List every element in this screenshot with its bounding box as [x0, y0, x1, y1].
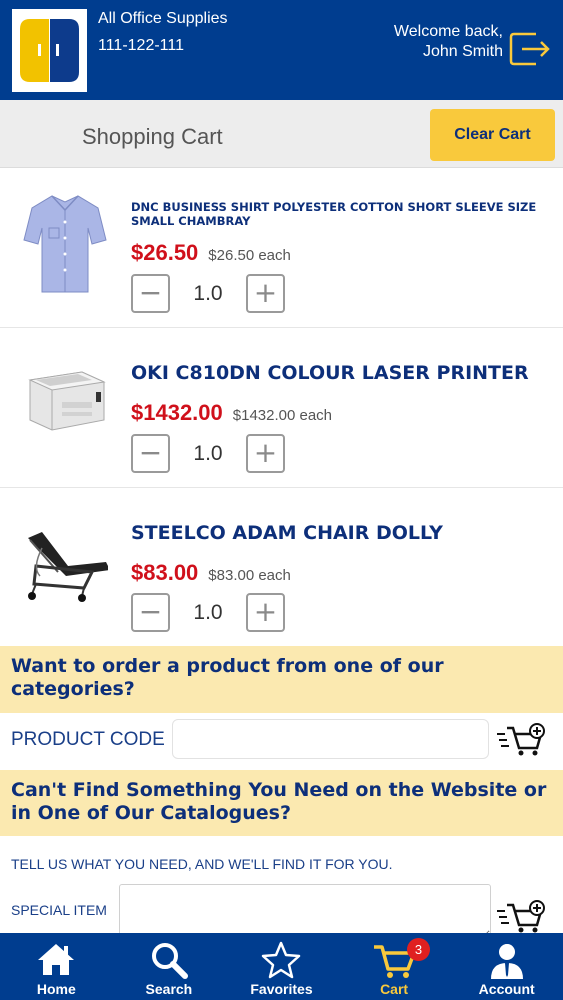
price-row: $1432.00 $1432.00 each	[131, 400, 332, 426]
category-order-heading: Want to order a product from one of our …	[0, 646, 563, 713]
quantity-value: 1.0	[193, 441, 223, 465]
decrease-quantity-button[interactable]: −	[131, 434, 170, 473]
store-name: All Office Supplies	[98, 10, 228, 27]
product-code-label: PRODUCT CODE	[11, 729, 165, 750]
unit-price: $1432.00 each	[232, 407, 333, 424]
price-row: $26.50 $26.50 each	[131, 240, 291, 266]
increase-quantity-button[interactable]: +	[246, 434, 285, 473]
printer-image[interactable]	[22, 350, 108, 460]
quantity-value: 1.0	[193, 600, 223, 624]
nav-account[interactable]: Account	[450, 933, 563, 1000]
add-to-cart-icon[interactable]	[495, 722, 547, 758]
page-title: Shopping Cart	[82, 124, 223, 149]
item-price: $83.00	[131, 560, 199, 585]
cart-item: DNC BUSINESS SHIRT POLYESTER COTTON SHOR…	[0, 168, 563, 328]
add-special-item-icon[interactable]	[495, 899, 547, 935]
quantity-stepper: − 1.0 +	[131, 593, 285, 632]
quantity-value: 1.0	[193, 281, 223, 305]
nav-search[interactable]: Search	[113, 933, 226, 1000]
store-phone[interactable]: 111-122-111	[98, 37, 184, 55]
quantity-stepper: − 1.0 +	[131, 274, 285, 313]
nav-favorites-label: Favorites	[250, 981, 313, 997]
item-name[interactable]: DNC BUSINESS SHIRT POLYESTER COTTON SHOR…	[131, 200, 551, 228]
item-name[interactable]: OKI C810DN COLOUR LASER PRINTER	[131, 362, 529, 384]
unit-price: $26.50 each	[208, 247, 291, 264]
logo-icon	[20, 19, 79, 82]
decrease-quantity-button[interactable]: −	[131, 274, 170, 313]
nav-search-label: Search	[145, 981, 193, 997]
item-price: $26.50	[131, 240, 199, 265]
welcome-message: Welcome back, John Smith	[393, 23, 503, 60]
product-code-input[interactable]	[172, 719, 489, 759]
increase-quantity-button[interactable]: +	[246, 274, 285, 313]
nav-favorites[interactable]: Favorites	[225, 933, 338, 1000]
search-icon	[151, 943, 188, 979]
nav-home[interactable]: Home	[0, 933, 113, 1000]
special-request-heading: Can't Find Something You Need on the Web…	[0, 770, 563, 836]
nav-account-label: Account	[478, 981, 535, 997]
special-request-instructions: TELL US WHAT YOU NEED, AND WE'LL FIND IT…	[11, 856, 393, 872]
bottom-navigation: Home Search Favorites Cart Account	[0, 933, 563, 1000]
special-item-input[interactable]	[119, 884, 491, 940]
app-header: All Office Supplies 111-122-111 Welcome …	[0, 0, 563, 100]
store-logo[interactable]	[12, 9, 87, 92]
nav-cart-label: Cart	[380, 981, 409, 997]
chair-dolly-image[interactable]	[22, 508, 108, 618]
increase-quantity-button[interactable]: +	[246, 593, 285, 632]
special-item-label: SPECIAL ITEM	[11, 902, 107, 918]
logout-icon[interactable]	[508, 29, 552, 69]
clear-cart-button[interactable]: Clear Cart	[430, 109, 555, 161]
cart-item: OKI C810DN COLOUR LASER PRINTER $1432.00…	[0, 328, 563, 488]
home-icon	[38, 944, 75, 975]
shirt-image[interactable]	[22, 188, 108, 298]
star-icon	[262, 941, 301, 979]
price-row: $83.00 $83.00 each	[131, 560, 291, 586]
cart-title-bar: Shopping Cart Clear Cart	[0, 100, 563, 168]
decrease-quantity-button[interactable]: −	[131, 593, 170, 632]
cart-count-badge: 3	[407, 938, 430, 961]
quantity-stepper: − 1.0 +	[131, 434, 285, 473]
unit-price: $83.00 each	[208, 567, 291, 584]
nav-cart[interactable]: Cart	[338, 933, 451, 1000]
account-icon	[490, 944, 523, 979]
nav-home-label: Home	[36, 981, 76, 997]
item-price: $1432.00	[131, 400, 223, 425]
item-name[interactable]: STEELCO ADAM CHAIR DOLLY	[131, 522, 443, 544]
cart-item: STEELCO ADAM CHAIR DOLLY $83.00 $83.00 e…	[0, 488, 563, 646]
